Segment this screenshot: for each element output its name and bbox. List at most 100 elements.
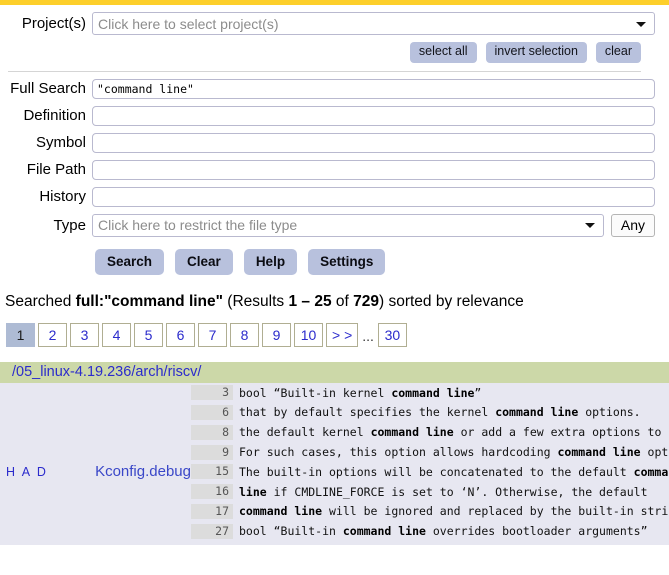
page-10[interactable]: 10 xyxy=(294,322,323,347)
line-number[interactable]: 15 xyxy=(191,464,233,480)
project-label: Project(s) xyxy=(21,15,86,32)
match-hit: command line xyxy=(239,504,323,519)
type-label: Type xyxy=(53,216,86,234)
page-3[interactable]: 3 xyxy=(70,322,99,347)
match-hit: command xyxy=(633,464,669,479)
match-hit: command line xyxy=(557,445,641,460)
page-next[interactable]: > > xyxy=(326,322,359,347)
summary-prefix: Searched xyxy=(5,292,76,310)
match-post: if CMDLINE_FORCE is set to ‘N’. Otherwis… xyxy=(266,484,648,499)
summary-suffix: ) sorted by relevance xyxy=(379,292,524,310)
symbol-input[interactable] xyxy=(92,132,655,153)
directory-header: /05_linux-4.19.236/arch/riscv/ xyxy=(0,361,669,383)
match-pre: that by default specifies the kernel xyxy=(239,405,496,420)
history-input[interactable] xyxy=(92,186,655,207)
match-post: options xyxy=(647,445,669,460)
table-row: 3 bool “Built-in kernel command line” xyxy=(0,383,669,403)
select-all-button[interactable]: select all xyxy=(409,42,477,63)
page-4[interactable]: 4 xyxy=(102,322,131,347)
search-button[interactable]: Search xyxy=(95,248,165,275)
file-flags[interactable]: H A D xyxy=(0,465,66,479)
line-number[interactable]: 8 xyxy=(191,424,233,440)
summary-total: 729 xyxy=(353,292,379,310)
summary-of: of xyxy=(331,292,354,310)
definition-input[interactable] xyxy=(92,105,655,126)
type-placeholder: Click here to restrict the file type xyxy=(98,217,298,234)
line-number[interactable]: 27 xyxy=(191,523,233,539)
project-placeholder: Click here to select project(s) xyxy=(98,15,279,32)
table-row: 27 bool “Built-in command line overrides… xyxy=(0,521,669,541)
summary-range: 1 – 25 xyxy=(288,292,332,310)
table-row: 6 that by default specifies the kernel c… xyxy=(0,403,669,423)
table-row: 8 the default kernel command line or add… xyxy=(0,422,669,442)
match-hit: command line xyxy=(370,425,454,440)
project-row: Project(s) Click here to select project(… xyxy=(0,12,655,35)
symbol-row: Symbol xyxy=(0,132,655,153)
symbol-label: Symbol xyxy=(35,134,86,152)
match-post: or add a few extra options to it. xyxy=(453,425,669,440)
history-label: History xyxy=(39,188,86,206)
settings-button[interactable]: Settings xyxy=(308,248,386,275)
summary-query: full:"command line" xyxy=(75,292,223,310)
match-pre: bool “Built-in kernel xyxy=(239,385,392,400)
summary-results-text: (Results xyxy=(223,292,289,310)
match-post: ” xyxy=(474,385,482,400)
line-number[interactable]: 17 xyxy=(191,503,233,519)
table-row: H A D Kconfig.debug 15 The built-in opti… xyxy=(0,462,669,482)
page-8[interactable]: 8 xyxy=(230,322,259,347)
match-post: options. xyxy=(578,405,641,420)
definition-label: Definition xyxy=(23,107,86,125)
full-search-row: Full Search xyxy=(0,78,655,99)
line-number[interactable]: 3 xyxy=(191,385,233,401)
search-form: Project(s) Click here to select project(… xyxy=(0,12,669,275)
table-row: 16 line if CMDLINE_FORCE is set to ‘N’. … xyxy=(0,482,669,502)
match-pre: the default kernel xyxy=(239,425,371,440)
line-number[interactable]: 9 xyxy=(191,444,233,460)
form-action-buttons: Search Clear Help Settings xyxy=(95,248,655,275)
match-post: will be ignored and replaced by the buil… xyxy=(322,504,669,519)
file-path-label: File Path xyxy=(26,161,86,179)
directory-path-link[interactable]: /05_linux-4.19.236/arch/riscv/ xyxy=(0,364,201,380)
project-select[interactable]: Click here to select project(s) xyxy=(92,12,655,35)
match-hit: command line xyxy=(342,524,426,539)
match-pre: The built-in options will be concatenate… xyxy=(239,464,634,479)
table-row: 17 command line will be ignored and repl… xyxy=(0,502,669,522)
type-any-button[interactable]: Any xyxy=(610,213,655,237)
definition-row: Definition xyxy=(0,105,655,126)
page-9[interactable]: 9 xyxy=(262,322,291,347)
pagination-ellipsis: ... xyxy=(362,327,374,344)
line-number[interactable]: 16 xyxy=(191,484,233,500)
chevron-down-icon xyxy=(584,223,595,229)
match-post: overrides bootloader arguments” xyxy=(425,524,648,539)
file-path-row: File Path xyxy=(0,159,655,180)
match-text: For such cases, this option allows hardc… xyxy=(239,445,669,459)
pagination: 1 2 3 4 5 6 7 8 9 10 > > ... 30 xyxy=(6,322,669,347)
chevron-down-icon xyxy=(636,21,646,27)
page-last[interactable]: 30 xyxy=(377,322,407,347)
page-1[interactable]: 1 xyxy=(6,322,35,347)
history-row: History xyxy=(0,186,655,207)
page-6[interactable]: 6 xyxy=(166,322,195,347)
full-search-input[interactable] xyxy=(92,78,655,99)
match-text: bool “Built-in kernel command line” xyxy=(239,386,669,400)
clear-button[interactable]: Clear xyxy=(175,248,233,275)
file-name-link[interactable]: Kconfig.debug xyxy=(66,463,191,480)
page-2[interactable]: 2 xyxy=(38,322,67,347)
type-row: Type Click here to restrict the file typ… xyxy=(0,213,655,237)
type-select[interactable]: Click here to restrict the file type xyxy=(92,213,604,237)
help-button[interactable]: Help xyxy=(243,248,298,275)
table-row: 9 For such cases, this option allows har… xyxy=(0,442,669,462)
clear-selection-button[interactable]: clear xyxy=(595,42,641,63)
results-summary: Searched full:"command line" (Results 1 … xyxy=(5,293,669,311)
match-text: bool “Built-in command line overrides bo… xyxy=(239,524,669,538)
file-path-input[interactable] xyxy=(92,159,655,180)
match-pre: bool “Built-in xyxy=(239,524,343,539)
page-7[interactable]: 7 xyxy=(198,322,227,347)
invert-selection-button[interactable]: invert selection xyxy=(485,42,587,63)
match-text: command line will be ignored and replace… xyxy=(239,504,669,518)
line-number[interactable]: 6 xyxy=(191,404,233,420)
match-text: The built-in options will be concatenate… xyxy=(239,465,669,479)
full-search-label: Full Search xyxy=(10,80,86,98)
top-accent-bar xyxy=(0,0,669,5)
page-5[interactable]: 5 xyxy=(134,322,163,347)
